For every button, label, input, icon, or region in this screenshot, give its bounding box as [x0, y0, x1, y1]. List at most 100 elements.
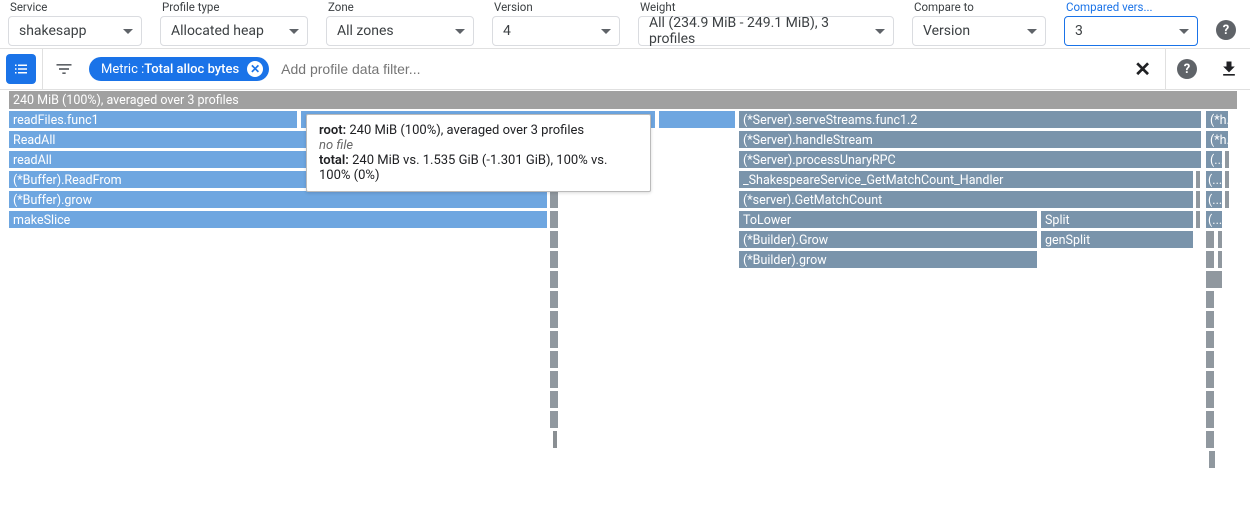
profile-type-value: Allocated heap: [171, 23, 264, 39]
compared-version-value: 3: [1075, 23, 1083, 39]
frame-small[interactable]: [549, 370, 559, 389]
filter-bar: Service shakesapp Profile type Allocated…: [0, 0, 1250, 48]
weight-value: All (234.9 MiB - 249.1 MiB), 3 profiles: [649, 15, 865, 47]
frame-handler[interactable]: _ShakespeareService_GetMatchCount_Handle…: [738, 170, 1194, 189]
frame-small[interactable]: [1217, 250, 1223, 269]
root-label: 240 MiB (100%), averaged over 3 profiles: [13, 93, 239, 108]
frame-small[interactable]: [1205, 330, 1215, 349]
frame-small[interactable]: [549, 350, 559, 369]
weight-dropdown[interactable]: Weight All (234.9 MiB - 249.1 MiB), 3 pr…: [638, 0, 894, 46]
frame-small[interactable]: [549, 210, 559, 229]
help-icon[interactable]: ?: [1166, 48, 1208, 90]
frame-small[interactable]: [1224, 190, 1230, 209]
help-icon[interactable]: ?: [1216, 20, 1236, 40]
frame-small[interactable]: [1208, 450, 1216, 469]
version-dropdown[interactable]: Version 4: [492, 0, 620, 46]
frame-builder-grow-upper[interactable]: (*Builder).Grow: [738, 230, 1038, 249]
frame-small[interactable]: [1205, 350, 1215, 369]
close-icon[interactable]: ✕: [247, 61, 263, 77]
frame-small[interactable]: [1205, 250, 1215, 269]
chevron-down-icon: [289, 29, 299, 34]
filter-button[interactable]: [43, 48, 85, 90]
chevron-down-icon: [1179, 29, 1189, 34]
tooltip-total: total: 240 MiB vs. 1.535 GiB (-1.301 GiB…: [319, 153, 638, 183]
chevron-down-icon: [875, 29, 885, 34]
chevron-down-icon: [455, 29, 465, 34]
frame-handle-stream[interactable]: (*Server).handleStream: [738, 130, 1202, 149]
frame-process-unary[interactable]: (*Server).processUnaryRPC: [738, 150, 1202, 169]
zone-dropdown[interactable]: Zone All zones: [326, 0, 474, 46]
frame-small[interactable]: [1195, 190, 1201, 209]
frame-small[interactable]: [549, 290, 559, 309]
metric-chip-value: Total alloc bytes: [144, 62, 239, 77]
frame-small[interactable]: [549, 330, 559, 349]
frame-small[interactable]: [1224, 150, 1230, 169]
frame-small[interactable]: [1205, 430, 1215, 449]
tooltip-nofile: no file: [319, 138, 638, 153]
frame-small[interactable]: [1195, 170, 1201, 189]
version-value: 4: [503, 23, 511, 39]
frame-makeslice[interactable]: makeSlice: [8, 210, 548, 229]
metric-chip[interactable]: Metric : Total alloc bytes ✕: [89, 57, 269, 81]
frame-buffer-grow[interactable]: (*Buffer).grow: [8, 190, 548, 209]
profile-type-label: Profile type: [160, 0, 308, 14]
frame-split[interactable]: Split: [1040, 210, 1194, 229]
frame-blank[interactable]: [658, 110, 736, 129]
toolbar-right: ✕ ?: [1120, 48, 1250, 90]
frame-small[interactable]: [1205, 370, 1215, 389]
compared-version-label: Compared vers...: [1064, 0, 1184, 14]
frame-small[interactable]: [552, 430, 558, 449]
frame-small[interactable]: [549, 410, 559, 429]
tooltip: root: 240 MiB (100%), averaged over 3 pr…: [306, 114, 651, 192]
frame-getmatch[interactable]: (*server).GetMatchCount: [738, 190, 1194, 209]
frame-gensplit[interactable]: genSplit: [1040, 230, 1194, 249]
weight-label: Weight: [638, 0, 894, 14]
frame-ellipsis4[interactable]: (...: [1205, 210, 1223, 229]
toolbar: Metric : Total alloc bytes ✕ ✕ ?: [0, 48, 1250, 90]
frame-small[interactable]: [1205, 410, 1215, 429]
frame-star-h[interactable]: (*h...: [1205, 110, 1229, 129]
frame-tolower[interactable]: ToLower: [738, 210, 1038, 229]
list-icon: [6, 54, 36, 84]
frame-small[interactable]: [1195, 210, 1201, 229]
frame-ellipsis2[interactable]: (...: [1205, 170, 1223, 189]
frame-small[interactable]: [1205, 390, 1215, 409]
tooltip-line1: root: 240 MiB (100%), averaged over 3 pr…: [319, 123, 638, 138]
list-view-button[interactable]: [0, 48, 42, 90]
chevron-down-icon: [1027, 29, 1037, 34]
frame-small[interactable]: [1205, 270, 1223, 289]
zone-label: Zone: [326, 0, 474, 14]
frame-readfiles-func1[interactable]: readFiles.func1: [8, 110, 298, 129]
service-label: Service: [8, 0, 142, 14]
compare-to-value: Version: [923, 23, 970, 39]
flame-root[interactable]: 240 MiB (100%), averaged over 3 profiles: [8, 90, 1238, 110]
chevron-down-icon: [123, 29, 133, 34]
frame-small[interactable]: [1205, 310, 1215, 329]
frame-small[interactable]: [549, 270, 559, 289]
frame-serve-streams[interactable]: (*Server).serveStreams.func1.2: [738, 110, 1202, 129]
frame-small[interactable]: [549, 390, 559, 409]
frame-small[interactable]: [549, 190, 559, 209]
frame-ellipsis[interactable]: (...: [1205, 150, 1223, 169]
frame-small[interactable]: [549, 250, 559, 269]
filter-input[interactable]: [269, 60, 1120, 78]
compared-version-dropdown[interactable]: Compared vers... 3: [1064, 0, 1198, 46]
clear-icon[interactable]: ✕: [1120, 57, 1165, 81]
chevron-down-icon: [601, 29, 611, 34]
frame-small[interactable]: [1205, 230, 1215, 249]
frame-small[interactable]: [1224, 170, 1230, 189]
compare-to-dropdown[interactable]: Compare to Version: [912, 0, 1046, 46]
frame-small[interactable]: [549, 310, 559, 329]
frame-small[interactable]: [1205, 290, 1215, 309]
compare-to-label: Compare to: [912, 0, 1046, 14]
frame-small[interactable]: [549, 230, 559, 249]
frame-star-h2[interactable]: (*h...: [1205, 130, 1229, 149]
download-button[interactable]: [1208, 48, 1250, 90]
frame-small[interactable]: [1217, 230, 1223, 249]
profile-type-dropdown[interactable]: Profile type Allocated heap: [160, 0, 308, 46]
flame-graph[interactable]: 240 MiB (100%), averaged over 3 profiles…: [8, 90, 1238, 510]
frame-builder-grow-lower[interactable]: (*Builder).grow: [738, 250, 1038, 269]
frame-ellipsis3[interactable]: (...: [1205, 190, 1223, 209]
service-dropdown[interactable]: Service shakesapp: [8, 0, 142, 46]
metric-chip-prefix: Metric :: [101, 62, 144, 77]
